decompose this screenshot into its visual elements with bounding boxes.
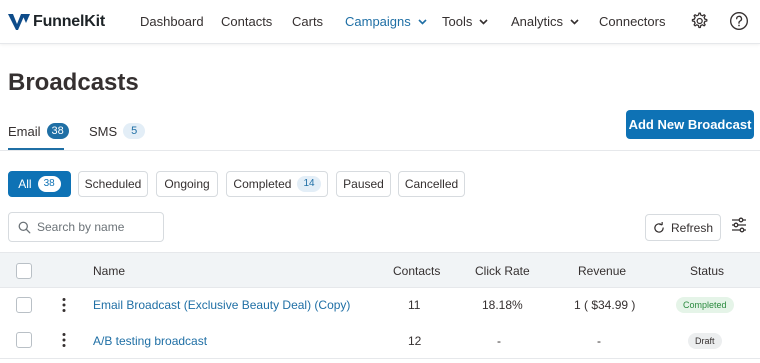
chevron-down-icon bbox=[418, 19, 427, 25]
column-header-click-rate: Click Rate bbox=[475, 264, 530, 278]
filter-completed[interactable]: Completed 14 bbox=[226, 171, 328, 197]
table-row: Email Broadcast (Exclusive Beauty Deal) … bbox=[0, 288, 760, 324]
revenue-value: 1 ( $34.99 ) bbox=[574, 298, 636, 312]
nav-campaigns[interactable]: Campaigns bbox=[345, 14, 427, 29]
tab-divider bbox=[0, 150, 760, 151]
click-rate-value: 18.18% bbox=[482, 298, 523, 312]
funnelkit-logo-icon bbox=[8, 14, 30, 30]
search-icon bbox=[18, 221, 31, 233]
search-input[interactable] bbox=[37, 220, 157, 234]
tab-email-label: Email bbox=[8, 123, 41, 139]
nav-tools-label: Tools bbox=[442, 14, 473, 29]
filter-all-label: All bbox=[18, 177, 32, 191]
revenue-value: - bbox=[597, 334, 601, 348]
filter-cancelled[interactable]: Cancelled bbox=[398, 171, 465, 197]
nav-contacts-label: Contacts bbox=[221, 14, 273, 29]
filter-completed-count: 14 bbox=[297, 176, 321, 192]
row-checkbox[interactable] bbox=[16, 332, 32, 348]
filter-paused[interactable]: Paused bbox=[336, 171, 391, 197]
nav-tools[interactable]: Tools bbox=[442, 14, 488, 29]
contacts-count: 12 bbox=[408, 334, 422, 348]
brand-logo[interactable]: FunnelKit bbox=[8, 11, 105, 33]
chevron-down-icon bbox=[479, 19, 488, 25]
tab-sms[interactable]: SMS 5 bbox=[89, 123, 146, 139]
filter-cancelled-label: Cancelled bbox=[404, 177, 459, 191]
contacts-count: 11 bbox=[408, 298, 421, 312]
help-icon[interactable] bbox=[729, 11, 749, 31]
nav-connectors[interactable]: Connectors bbox=[599, 14, 665, 29]
row-checkbox[interactable] bbox=[16, 297, 32, 313]
tab-sms-count: 5 bbox=[123, 123, 146, 139]
column-header-contacts: Contacts bbox=[393, 264, 441, 278]
kebab-menu-icon[interactable] bbox=[61, 332, 67, 348]
tab-email-count: 38 bbox=[46, 123, 69, 139]
nav-analytics[interactable]: Analytics bbox=[511, 14, 579, 29]
refresh-label: Refresh bbox=[670, 220, 714, 235]
nav-dashboard[interactable]: Dashboard bbox=[140, 14, 204, 29]
status-badge: Draft bbox=[688, 333, 722, 349]
click-rate-value: - bbox=[497, 334, 501, 348]
nav-connectors-label: Connectors bbox=[599, 14, 666, 29]
brand-name: FunnelKit bbox=[33, 13, 105, 30]
column-header-revenue: Revenue bbox=[578, 264, 627, 278]
column-header-status: Status bbox=[690, 264, 725, 278]
nav-carts-label: Carts bbox=[292, 14, 324, 29]
broadcast-name-link[interactable]: A/B testing broadcast bbox=[93, 334, 207, 348]
filter-all-count: 38 bbox=[37, 176, 61, 192]
nav-campaigns-label: Campaigns bbox=[345, 14, 411, 29]
select-all-checkbox[interactable] bbox=[16, 263, 32, 279]
add-new-broadcast-button[interactable]: Add New Broadcast bbox=[626, 110, 754, 139]
top-navigation: FunnelKit Dashboard Contacts Carts Campa… bbox=[0, 0, 760, 44]
filter-scheduled-label: Scheduled bbox=[84, 177, 142, 191]
chevron-down-icon bbox=[570, 19, 579, 25]
gear-icon[interactable] bbox=[689, 11, 709, 31]
tab-email[interactable]: Email 38 bbox=[8, 123, 69, 139]
refresh-icon bbox=[654, 221, 664, 233]
page-title: Broadcasts bbox=[8, 69, 139, 96]
filter-scheduled[interactable]: Scheduled bbox=[78, 171, 148, 197]
filter-ongoing[interactable]: Ongoing bbox=[156, 171, 218, 197]
column-header-name: Name bbox=[93, 264, 126, 278]
nav-dashboard-label: Dashboard bbox=[140, 14, 204, 29]
broadcast-name-link[interactable]: Email Broadcast (Exclusive Beauty Deal) … bbox=[93, 298, 350, 312]
tab-sms-label: SMS bbox=[89, 123, 118, 139]
table-header: Name Contacts Click Rate Revenue Status bbox=[0, 252, 760, 288]
nav-contacts[interactable]: Contacts bbox=[221, 14, 272, 29]
filter-all[interactable]: All 38 bbox=[8, 171, 71, 197]
filter-completed-label: Completed bbox=[233, 177, 292, 191]
kebab-menu-icon[interactable] bbox=[61, 297, 67, 313]
filter-settings-icon[interactable] bbox=[731, 217, 747, 233]
search-box bbox=[8, 212, 164, 242]
nav-carts[interactable]: Carts bbox=[292, 14, 323, 29]
status-badge: Completed bbox=[676, 297, 734, 313]
filter-ongoing-label: Ongoing bbox=[164, 177, 210, 191]
refresh-button[interactable]: Refresh bbox=[645, 214, 721, 241]
nav-analytics-label: Analytics bbox=[511, 14, 564, 29]
table-row: A/B testing broadcast 12 - - Draft bbox=[0, 323, 760, 359]
filter-paused-label: Paused bbox=[343, 177, 384, 191]
